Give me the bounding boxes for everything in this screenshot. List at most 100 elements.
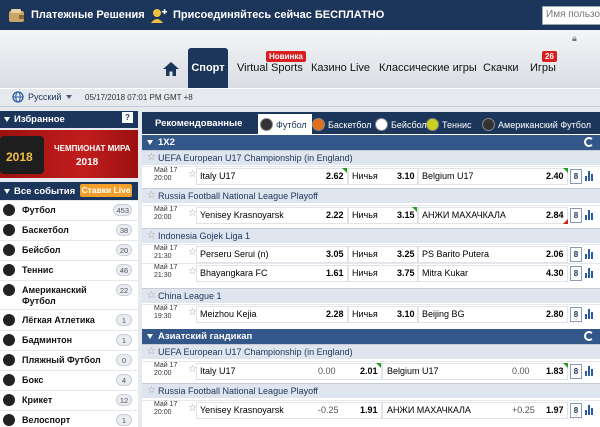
tab-american-football[interactable]: Американский Футбол (482, 115, 591, 134)
american-football-icon (482, 118, 495, 131)
competition-header[interactable]: ☆ Indonesia Gojek Liga 1 (142, 228, 600, 243)
star-icon[interactable]: ☆ (147, 230, 156, 241)
cricket-icon (3, 394, 15, 406)
more-markets-button[interactable]: 8 (570, 403, 582, 418)
home-button[interactable] (160, 58, 182, 80)
match-datetime: Май 17 20:00 (154, 401, 178, 416)
tab-classic-games[interactable]: Классические игры (379, 62, 477, 74)
sidebar-item-sport[interactable]: Лёгкая Атлетика 1 (0, 311, 138, 331)
home-odds-cell[interactable] (196, 363, 382, 380)
home-odds[interactable]: 3.05 (326, 249, 344, 259)
payments-label: Платежные Решения (31, 9, 145, 21)
sidebar-item-sport[interactable]: Велоспорт 1 (0, 411, 138, 427)
tab-tennis[interactable]: Теннис (426, 115, 471, 134)
tennis-icon (3, 264, 15, 276)
competition-header[interactable]: ☆ UEFA European U17 Championship (in Engl… (142, 344, 600, 359)
competition-header[interactable]: ☆ China League 1 (142, 288, 600, 303)
tab-football[interactable]: Футбол (260, 115, 307, 134)
world-cup-logo-year: 2018 (6, 150, 33, 164)
tab-games[interactable]: Игры (530, 62, 556, 74)
more-markets-button[interactable]: 8 (570, 266, 582, 281)
stats-icon[interactable] (585, 249, 595, 259)
sidebar-item-sport[interactable]: Американский Футбол 22 (0, 281, 138, 310)
sidebar-item-sport[interactable]: Бокс 4 (0, 371, 138, 391)
tab-basketball[interactable]: Баскетбол (312, 115, 372, 134)
more-markets-button[interactable]: 8 (570, 307, 582, 322)
username-input[interactable]: Имя пользов (542, 6, 600, 25)
payments-link[interactable]: Платежные Решения (8, 0, 145, 30)
collapse-icon (4, 117, 10, 122)
tab-label: Теннис (442, 119, 472, 130)
competition-header[interactable]: ☆ UEFA European U17 Championship (in Engl… (142, 150, 600, 165)
favorites-header[interactable]: Избранное (0, 111, 138, 128)
stats-icon[interactable] (585, 210, 595, 220)
away-odds[interactable]: 1.97 (546, 405, 564, 415)
draw-odds[interactable]: 3.25 (397, 249, 415, 259)
stats-icon[interactable] (585, 405, 595, 415)
tab-downloads[interactable]: Скачки (483, 62, 519, 74)
draw-odds[interactable]: 3.75 (397, 268, 415, 278)
world-cup-banner[interactable]: 2018 ЧЕМПИОНАТ МИРА 2018 (0, 130, 138, 178)
sidebar-item-sport[interactable]: Пляжный Футбол 0 (0, 351, 138, 371)
tab-sport[interactable]: Спорт (188, 48, 228, 88)
live-bets-button[interactable]: Ставки Live (80, 184, 132, 197)
stats-icon[interactable] (585, 268, 595, 278)
more-markets-button[interactable]: 8 (570, 208, 582, 223)
star-icon[interactable]: ☆ (147, 190, 156, 201)
home-odds[interactable]: 2.22 (326, 210, 344, 220)
match-datetime: Май 17 20:00 (154, 167, 178, 182)
star-icon[interactable]: ☆ (147, 290, 156, 301)
chevron-down-icon (66, 95, 72, 99)
home-odds[interactable]: 2.28 (326, 309, 344, 319)
away-odds[interactable]: 2.06 (546, 249, 564, 259)
tab-baseball[interactable]: Бейсбол (375, 115, 427, 134)
competition-header[interactable]: ☆ Russia Football National League Playoff (142, 188, 600, 203)
market-section-header[interactable]: 1X2 (142, 135, 600, 150)
sport-name: Теннис (22, 265, 54, 275)
boxing-icon (3, 374, 15, 386)
sidebar-item-sport[interactable]: Крикет 12 (0, 391, 138, 411)
more-markets-button[interactable]: 8 (570, 247, 582, 262)
more-markets-button[interactable]: 8 (570, 364, 582, 379)
tab-casino-live[interactable]: Казино Live (311, 62, 370, 74)
home-odds[interactable]: 2.62 (326, 171, 344, 181)
sidebar-item-sport[interactable]: Теннис 46 (0, 261, 138, 281)
help-icon[interactable]: ? (122, 112, 133, 123)
stats-icon[interactable] (585, 171, 595, 181)
sport-name: Бадминтон (22, 335, 73, 345)
away-odds[interactable]: 2.80 (546, 309, 564, 319)
language-select[interactable]: Русский (28, 92, 61, 102)
home-handicap: -0.25 (318, 405, 339, 415)
sport-name-line2: Футбол (22, 296, 56, 306)
home-odds-cell[interactable] (196, 402, 382, 419)
sidebar-item-sport[interactable]: Футбол 453 (0, 201, 138, 221)
away-odds-cell[interactable] (382, 363, 568, 380)
more-markets-button[interactable]: 8 (570, 169, 582, 184)
draw-odds[interactable]: 3.10 (397, 171, 415, 181)
stats-icon[interactable] (585, 309, 595, 319)
away-odds[interactable]: 2.40 (546, 171, 564, 181)
refresh-icon[interactable] (584, 331, 594, 341)
home-odds[interactable]: 1.61 (326, 268, 344, 278)
away-odds[interactable]: 4.30 (546, 268, 564, 278)
baseball-icon (375, 118, 388, 131)
odds-down-icon (563, 219, 568, 224)
away-odds[interactable]: 2.84 (546, 210, 564, 220)
refresh-icon[interactable] (584, 137, 594, 147)
competition-header[interactable]: ☆ Russia Football National League Playoff (142, 383, 600, 398)
join-link[interactable]: Присоединяйтесь сейчас БЕСПЛАТНО (150, 0, 384, 30)
sidebar-item-sport[interactable]: Бейсбол 20 (0, 241, 138, 261)
sidebar-item-sport[interactable]: Бадминтон 1 (0, 331, 138, 351)
star-icon[interactable]: ☆ (147, 346, 156, 357)
draw-odds[interactable]: 3.10 (397, 309, 415, 319)
star-icon[interactable]: ☆ (147, 385, 156, 396)
away-odds-cell[interactable] (382, 402, 568, 419)
away-odds[interactable]: 1.83 (546, 366, 564, 376)
star-icon[interactable]: ☆ (147, 152, 156, 163)
sidebar-item-sport[interactable]: Баскетбол 38 (0, 221, 138, 241)
home-odds[interactable]: 2.01 (360, 366, 378, 376)
tab-virtual-sports[interactable]: Virtual Sports (237, 62, 303, 74)
market-section-header[interactable]: Азиатский гандикап (142, 329, 600, 344)
home-odds[interactable]: 1.91 (360, 405, 378, 415)
stats-icon[interactable] (585, 366, 595, 376)
